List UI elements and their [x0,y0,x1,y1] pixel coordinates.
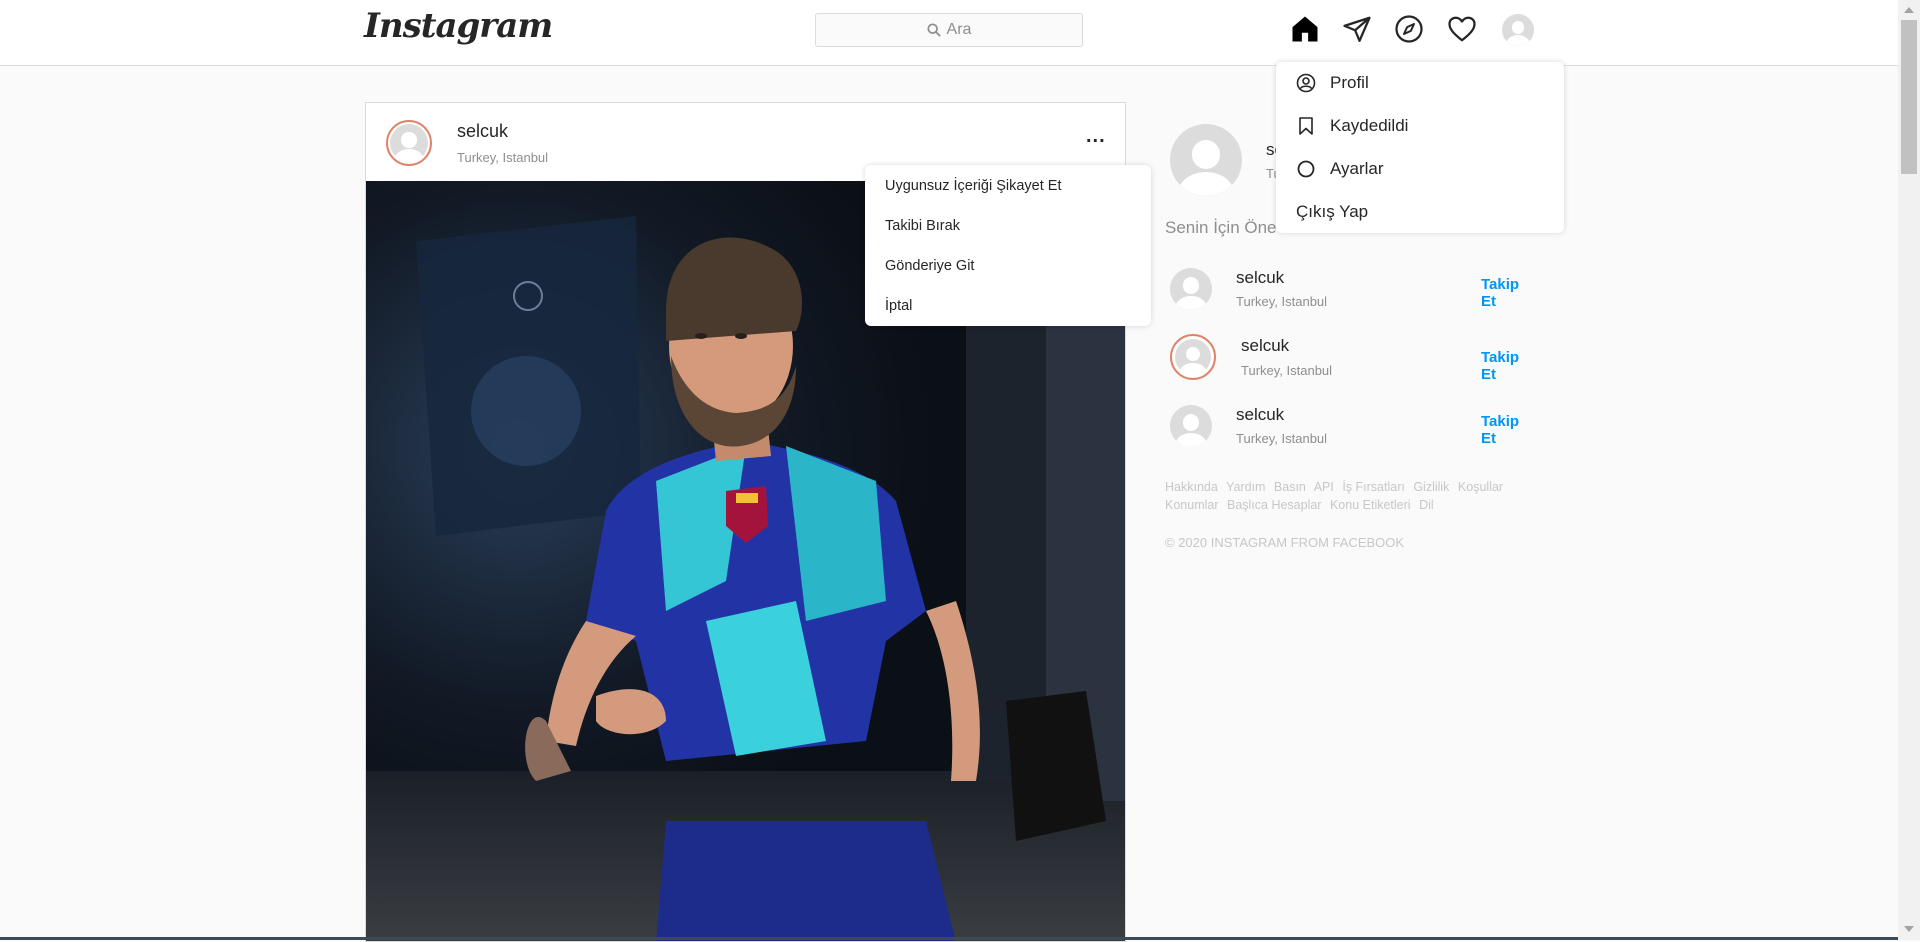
footer-link[interactable]: Koşullar [1458,480,1503,494]
suggestion-location: Turkey, Istanbul [1236,294,1328,309]
saved-menu-label: Kaydedildi [1330,116,1409,135]
suggestion-location: Turkey, Istanbul [1241,363,1333,378]
bookmark-icon [1299,117,1313,135]
footer-link[interactable]: Gizlilik [1413,480,1449,494]
profile-dropdown-menu: Profil Kaydedildi Ayarlar Çıkış Yap [1276,62,1564,233]
search-icon [926,23,941,37]
post-location[interactable]: Turkey, Istanbul [457,150,548,165]
profile-menu-label: Profil [1330,73,1369,92]
search-placeholder: Ara [946,21,972,38]
direct-message-icon[interactable] [1342,14,1372,44]
scroll-thumb[interactable] [1901,20,1917,174]
suggestion-name[interactable]: selcuk [1236,268,1284,288]
search-input[interactable]: Ara [815,13,1083,47]
footer-link[interactable]: Yardım [1226,480,1265,494]
post-username[interactable]: selcuk [457,121,508,142]
go-to-post-item[interactable]: Gönderiye Git [885,258,974,274]
footer-link[interactable]: İş Fırsatları [1342,480,1405,494]
unfollow-item[interactable]: Takibi Bırak [885,218,960,234]
more-options-icon[interactable]: ... [1086,125,1106,148]
top-nav-bar: Instagram Ara [0,0,1898,66]
avatar-placeholder-icon [1502,14,1534,46]
profile-avatar-button[interactable] [1502,14,1534,46]
post-options-menu: Uygunsuz İçeriği Şikayet Et Takibi Bırak… [865,165,1151,326]
suggestion-avatar[interactable] [1170,334,1216,380]
cancel-item[interactable]: İptal [885,298,912,314]
suggestion-avatar[interactable] [1170,405,1212,447]
settings-menu-label: Ayarlar [1330,159,1384,178]
post-author-avatar[interactable] [386,120,432,166]
logout-menu-label: Çıkış Yap [1296,202,1369,221]
footer-link[interactable]: Hakkında [1165,480,1218,494]
follow-button[interactable]: Takip Et [1481,276,1536,310]
follow-button[interactable]: Takip Et [1481,349,1536,383]
saved-menu-item[interactable]: Kaydedildi [1296,116,1408,136]
settings-gear-icon [1297,160,1315,178]
logout-menu-item[interactable]: Çıkış Yap [1296,202,1368,222]
suggestion-row: selcuk Turkey, Istanbul Takip Et [1170,268,1536,318]
footer-link[interactable]: Konumlar [1165,498,1219,512]
scroll-down-arrow-icon[interactable] [1904,926,1914,932]
footer-link[interactable]: Konu Etiketleri [1330,498,1411,512]
follow-button[interactable]: Takip Et [1481,413,1536,447]
suggestion-avatar[interactable] [1170,268,1212,310]
scroll-up-arrow-icon[interactable] [1904,7,1914,13]
profile-menu-item[interactable]: Profil [1296,73,1369,93]
footer-link[interactable]: Basın [1274,480,1306,494]
footer-link[interactable]: API [1314,480,1334,494]
report-content-item[interactable]: Uygunsuz İçeriği Şikayet Et [885,178,1062,194]
instagram-logo[interactable]: Instagram [364,6,553,46]
current-user-avatar[interactable] [1170,124,1242,196]
user-circle-icon [1296,73,1316,93]
suggestion-row: selcuk Turkey, Istanbul Takip Et [1170,334,1536,384]
footer-links: Hakkında Yardım Basın API İş Fırsatları … [1165,478,1525,514]
copyright: © 2020 INSTAGRAM FROM FACEBOOK [1165,535,1405,550]
footer-link[interactable]: Dil [1419,498,1434,512]
suggestion-row: selcuk Turkey, Istanbul Takip Et [1170,405,1536,455]
suggestions-title: Senin İçin Öne [1165,218,1277,237]
settings-menu-item[interactable]: Ayarlar [1296,159,1384,179]
page-scrollbar[interactable] [1898,0,1920,940]
home-icon[interactable] [1290,14,1320,44]
activity-heart-icon[interactable] [1447,14,1477,44]
suggestion-name[interactable]: selcuk [1241,336,1289,356]
suggestion-name[interactable]: selcuk [1236,405,1284,425]
explore-compass-icon[interactable] [1394,14,1424,44]
footer-link[interactable]: Başlıca Hesaplar [1227,498,1322,512]
suggestion-location: Turkey, Istanbul [1236,431,1328,446]
